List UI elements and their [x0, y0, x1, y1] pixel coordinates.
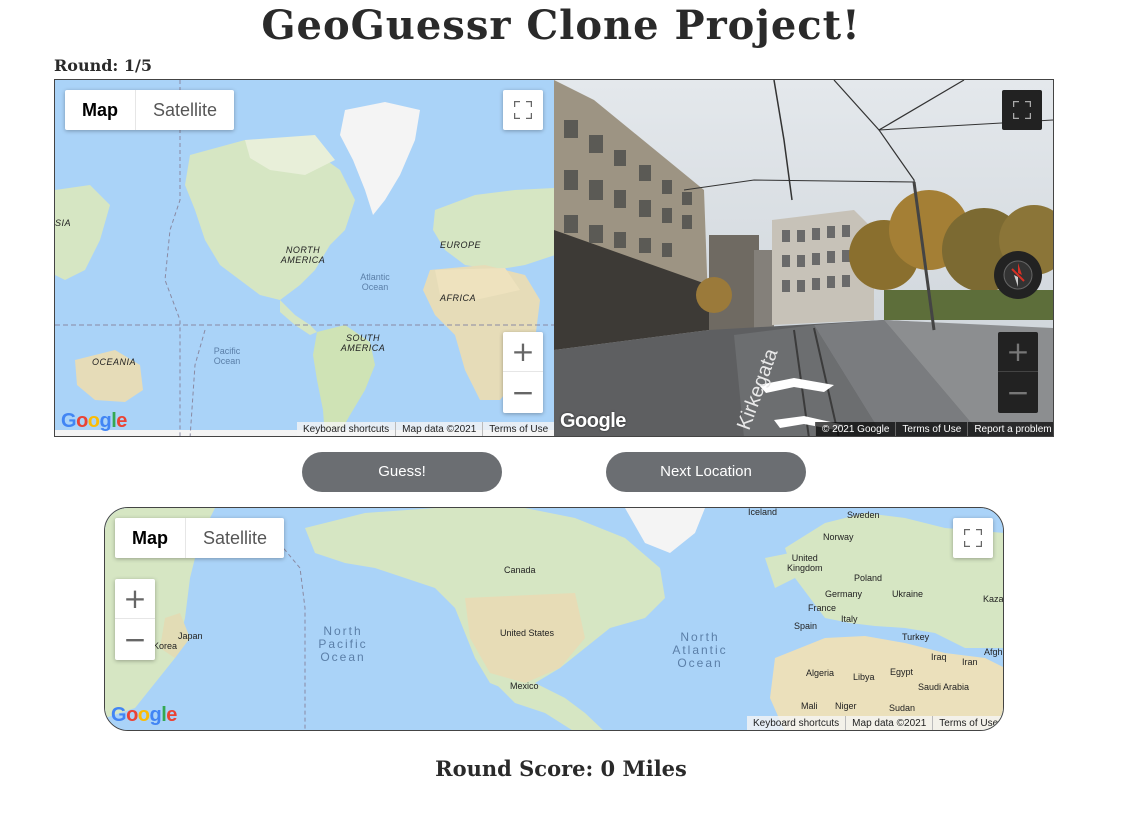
label-mexico: Mexico	[510, 681, 539, 691]
mini-map-zoom-out-button[interactable]: −	[503, 372, 543, 412]
label-iraq: Iraq	[931, 652, 947, 662]
label-united-kingdom: United Kingdom	[787, 553, 823, 573]
label-germany: Germany	[825, 589, 863, 599]
label-africa: AFRICA	[440, 293, 477, 303]
fullscreen-icon	[1013, 101, 1031, 119]
street-view-zoom-control: + −	[998, 332, 1038, 413]
label-pacific-ocean: Pacific Ocean	[213, 346, 241, 366]
label-iran: Iran	[962, 657, 978, 667]
guess-button[interactable]: Guess!	[302, 452, 502, 492]
label-turkey: Turkey	[902, 632, 930, 642]
mini-map-zoom-in-button[interactable]: +	[503, 332, 543, 372]
fullscreen-icon	[964, 529, 982, 547]
label-poland: Poland	[854, 573, 883, 583]
copyright-text: © 2021 Google	[815, 422, 895, 436]
mini-map-tab-satellite[interactable]: Satellite	[136, 90, 234, 130]
report-problem-link[interactable]: Report a problem	[967, 422, 1053, 436]
mini-map-attribution: Keyboard shortcuts Map data ©2021 Terms …	[297, 422, 554, 436]
label-sweden: Sweden	[847, 510, 880, 520]
google-logo: Google	[61, 410, 127, 432]
map-data-text: Map data ©2021	[845, 716, 932, 730]
label-asia: SIA	[55, 218, 72, 228]
street-view-panorama[interactable]: Kirkegata + − Google © 2021 Google Terms…	[554, 79, 1054, 437]
label-iceland: Iceland	[748, 507, 778, 517]
guess-map-type-control: Map Satellite	[115, 518, 285, 558]
fullscreen-icon	[514, 101, 532, 119]
street-view-image	[554, 80, 1053, 436]
keyboard-shortcuts-link[interactable]: Keyboard shortcuts	[297, 422, 395, 436]
round-score: Round Score: 0 Miles	[435, 756, 687, 781]
street-view-zoom-out-button[interactable]: −	[998, 372, 1038, 412]
label-saudi-arabia: Saudi Arabia	[918, 682, 970, 692]
label-ukraine: Ukraine	[892, 589, 924, 599]
guess-map-zoom-out-button[interactable]: −	[115, 619, 155, 659]
compass-icon	[1003, 260, 1033, 290]
label-united-states: United States	[500, 628, 555, 638]
label-north-atlantic: North Atlantic Ocean	[672, 630, 728, 670]
map-data-text: Map data ©2021	[395, 422, 482, 436]
guess-map-fullscreen-button[interactable]	[953, 518, 993, 558]
street-view-attribution: © 2021 Google Terms of Use Report a prob…	[815, 422, 1053, 436]
google-logo: Google	[560, 410, 626, 432]
label-sudan: Sudan	[889, 703, 916, 713]
label-egypt: Egypt	[890, 667, 914, 677]
mini-map-zoom-control: + −	[503, 332, 543, 413]
terms-of-use-link[interactable]: Terms of Use	[932, 716, 1003, 730]
guess-map-zoom-in-button[interactable]: +	[115, 579, 155, 619]
street-view-zoom-in-button[interactable]: +	[998, 332, 1038, 372]
mini-map-tab-map[interactable]: Map	[65, 90, 136, 130]
guess-map-tab-satellite[interactable]: Satellite	[186, 518, 284, 558]
label-algeria: Algeria	[806, 668, 835, 678]
terms-of-use-link[interactable]: Terms of Use	[895, 422, 967, 436]
mini-map-type-control: Map Satellite	[65, 90, 235, 130]
keyboard-shortcuts-link[interactable]: Keyboard shortcuts	[747, 716, 845, 730]
label-niger: Niger	[835, 701, 857, 711]
label-afgh: Afgh	[984, 647, 1003, 657]
label-north-america: NORTH AMERICA	[280, 245, 326, 265]
guess-map-tab-map[interactable]: Map	[115, 518, 186, 558]
next-location-button[interactable]: Next Location	[606, 452, 806, 492]
guess-map[interactable]: North Pacific Ocean North Atlantic Ocean Ice…	[104, 507, 1004, 731]
label-kaza: Kaza	[983, 594, 1004, 604]
street-view-fullscreen-button[interactable]	[1002, 90, 1042, 130]
label-canada: Canada	[504, 565, 536, 575]
label-atlantic-ocean: Atlantic Ocean	[360, 272, 390, 292]
label-libya: Libya	[853, 672, 875, 682]
compass-control[interactable]	[994, 251, 1042, 299]
page-title: GeoGuessr Clone Project!	[261, 2, 861, 49]
label-france: France	[808, 603, 837, 613]
guess-map-zoom-control: + −	[115, 579, 155, 660]
label-japan: Japan	[178, 631, 203, 641]
label-oceania: OCEANIA	[92, 357, 137, 367]
mini-map[interactable]: NORTH AMERICA EUROPE AFRICA SOUTH AMERICA …	[54, 79, 554, 437]
terms-of-use-link[interactable]: Terms of Use	[482, 422, 554, 436]
label-europe: EUROPE	[440, 240, 482, 250]
label-norway: Norway	[823, 532, 854, 542]
round-counter: Round: 1/5	[54, 56, 153, 75]
label-mali: Mali	[801, 701, 818, 711]
label-spain: Spain	[794, 621, 818, 631]
mini-map-fullscreen-button[interactable]	[503, 90, 543, 130]
label-south-america: SOUTH AMERICA	[340, 333, 386, 353]
label-north-pacific: North Pacific Ocean	[318, 624, 368, 664]
label-italy: Italy	[841, 614, 858, 624]
google-logo: Google	[111, 704, 177, 726]
guess-map-attribution: Keyboard shortcuts Map data ©2021 Terms …	[747, 716, 1003, 730]
label-korea: Korea	[153, 641, 178, 651]
